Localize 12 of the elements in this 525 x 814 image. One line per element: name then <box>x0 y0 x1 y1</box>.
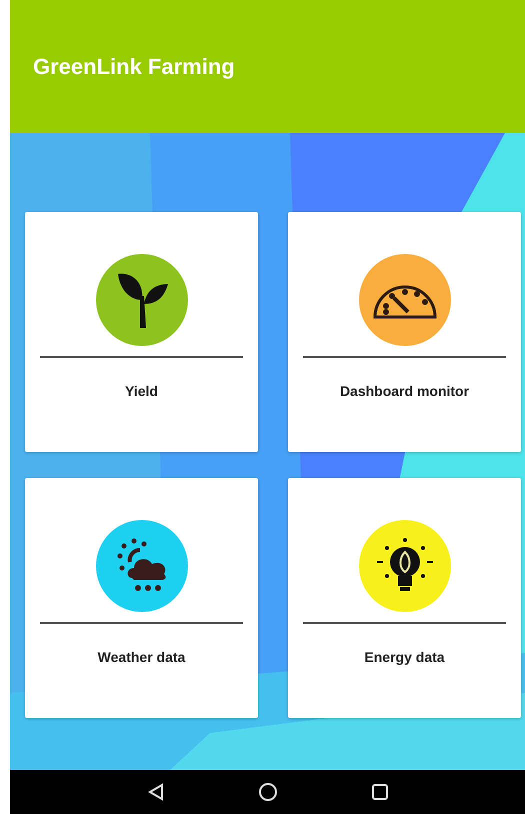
tile-label: Dashboard monitor <box>340 383 470 399</box>
tile-label: Weather data <box>98 649 186 665</box>
tile-card[interactable]: Weather data <box>25 478 258 718</box>
tile-label: Energy data <box>364 649 445 665</box>
tile-card[interactable]: Yield <box>25 212 258 452</box>
tile-card[interactable]: Dashboard monitor <box>288 212 521 452</box>
back-icon <box>146 783 164 801</box>
app-title: GreenLink Farming <box>33 54 235 80</box>
tile-card[interactable]: Energy data <box>288 478 521 718</box>
tile-label: Yield <box>125 383 158 399</box>
recents-icon <box>370 783 388 801</box>
home-icon <box>258 782 278 802</box>
